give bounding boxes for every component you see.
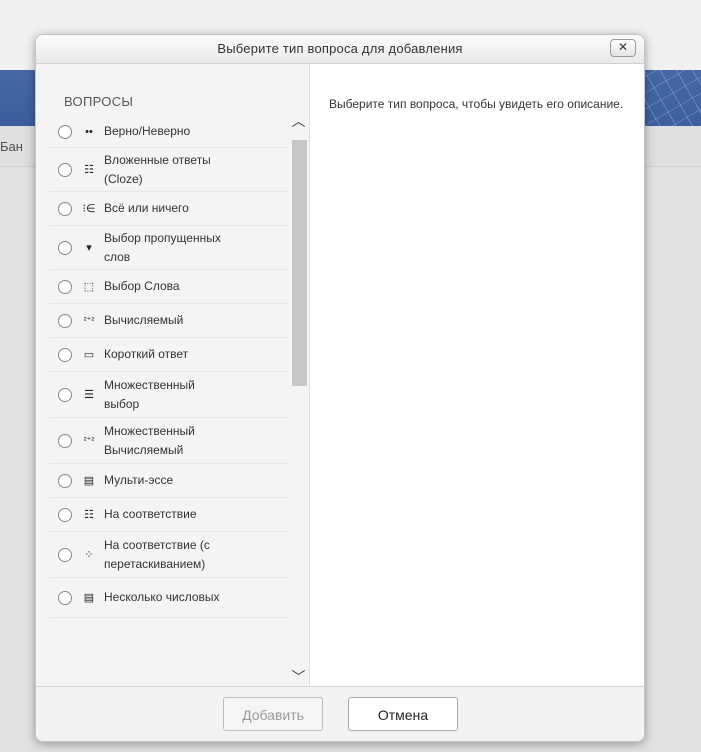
add-button[interactable]: Добавить xyxy=(223,697,323,731)
scroll-up-arrow-icon[interactable]: ︿ xyxy=(290,114,307,128)
question-type-label: Верно/Неверно xyxy=(104,124,191,138)
dialog-footer: Добавить Отмена xyxy=(36,686,644,741)
question-type-label: Мульти-эссе xyxy=(104,473,174,487)
dropdown-icon: ▾ xyxy=(86,242,92,254)
radio-button[interactable] xyxy=(58,347,72,362)
dialog-header: Выберите тип вопроса для добавления ✕ xyxy=(36,35,644,64)
question-type-list: •• Верно/Неверно ☷ Вложенные ответы (Clo… xyxy=(49,116,288,618)
word-select-icon: ⬚ xyxy=(83,281,95,293)
list-item[interactable]: ▤ Несколько числовых xyxy=(49,578,288,618)
question-type-label: На соответствие xyxy=(104,507,197,521)
question-type-label: Вычисляемый xyxy=(104,313,184,327)
question-type-label: Несколько числовых xyxy=(104,590,220,604)
close-button[interactable]: ✕ xyxy=(610,39,636,57)
radio-button[interactable] xyxy=(58,507,72,522)
cancel-button[interactable]: Отмена xyxy=(348,697,458,731)
match-icon: ☷ xyxy=(84,509,94,521)
list-item[interactable]: ☷ На соответствие xyxy=(49,498,288,532)
radio-button[interactable] xyxy=(58,162,72,177)
radio-button[interactable] xyxy=(58,547,72,562)
question-type-list-pane: ВОПРОСЫ •• Верно/Неверно ☷ Вложенные отв… xyxy=(36,64,310,686)
dots-icon: •• xyxy=(85,125,93,138)
list-item[interactable]: ²⁺² Множественный Вычисляемый xyxy=(49,418,288,464)
scroll-down-arrow-icon[interactable]: ﹀ xyxy=(290,670,307,684)
question-type-label: Множественный выбор xyxy=(104,377,195,411)
numerical-icon: ▤ xyxy=(83,592,95,604)
description-pane: Выберите тип вопроса, чтобы увидеть его … xyxy=(310,64,644,686)
scrollbar-thumb[interactable] xyxy=(292,140,307,386)
radio-button[interactable] xyxy=(58,124,72,139)
section-label: ВОПРОСЫ xyxy=(64,94,134,109)
question-type-label: На соответствие (с перетаскиванием) xyxy=(104,537,210,571)
list-item[interactable]: ⁘ На соответствие (с перетаскиванием) xyxy=(49,532,288,578)
short-answer-icon: ▭ xyxy=(83,349,95,361)
list-item[interactable]: ▭ Короткий ответ xyxy=(49,338,288,372)
calc-multi-icon: ²⁺² xyxy=(83,435,95,445)
calculated-icon: ²⁺² xyxy=(83,315,95,325)
radio-button[interactable] xyxy=(58,590,72,605)
radio-button[interactable] xyxy=(58,433,72,448)
question-type-label: Вложенные ответы (Cloze) xyxy=(104,152,211,186)
drag-match-icon: ⁘ xyxy=(84,549,94,561)
question-type-label: Всё или ничего xyxy=(104,201,189,215)
list-item[interactable]: ☷ Вложенные ответы (Cloze) xyxy=(49,148,288,192)
question-type-label: Множественный Вычисляемый xyxy=(104,423,195,457)
question-type-description: Выберите тип вопроса, чтобы увидеть его … xyxy=(329,97,624,111)
question-type-label: Выбор Слова xyxy=(104,279,180,293)
question-chooser-dialog: Выберите тип вопроса для добавления ✕ ВО… xyxy=(35,34,645,742)
radio-button[interactable] xyxy=(58,313,72,328)
list-item[interactable]: ▤ Мульти-эссе xyxy=(49,464,288,498)
radio-button[interactable] xyxy=(58,201,72,216)
cloze-icon: ☷ xyxy=(84,164,94,176)
radio-button[interactable] xyxy=(58,387,72,402)
radio-button[interactable] xyxy=(58,240,72,255)
list-item[interactable]: ²⁺² Вычисляемый xyxy=(49,304,288,338)
essay-icon: ▤ xyxy=(83,475,95,487)
list-item[interactable]: ⁝∈ Всё или ничего xyxy=(49,192,288,226)
radio-button[interactable] xyxy=(58,279,72,294)
list-item[interactable]: •• Верно/Неверно xyxy=(49,116,288,148)
multichoice-icon: ☰ xyxy=(84,389,94,401)
list-item[interactable]: ☰ Множественный выбор xyxy=(49,372,288,418)
all-or-nothing-icon: ⁝∈ xyxy=(82,203,96,215)
question-type-label: Выбор пропущенных слов xyxy=(104,230,221,264)
list-item[interactable]: ⬚ Выбор Слова xyxy=(49,270,288,304)
list-item[interactable]: ▾ Выбор пропущенных слов xyxy=(49,226,288,270)
question-type-label: Короткий ответ xyxy=(104,347,189,361)
radio-button[interactable] xyxy=(58,473,72,488)
dialog-title: Выберите тип вопроса для добавления xyxy=(217,41,463,56)
